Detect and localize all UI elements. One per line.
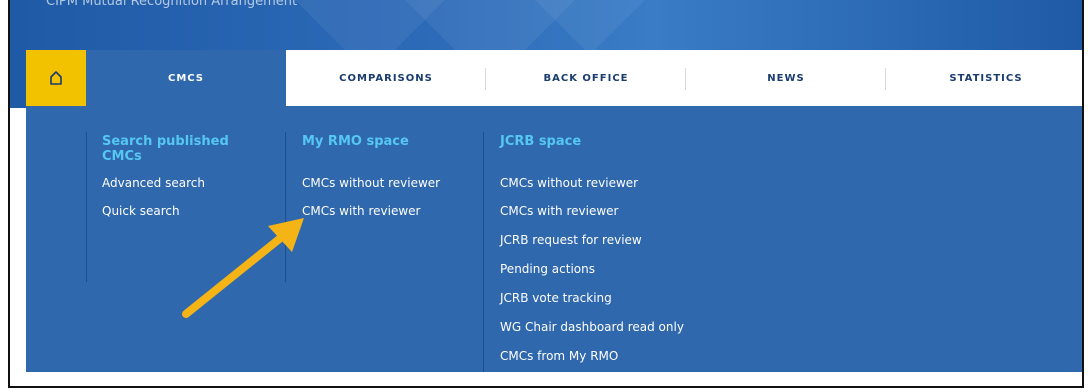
page-content-area bbox=[10, 372, 1082, 386]
nav-tab-label: STATISTICS bbox=[949, 72, 1023, 84]
menu-link-jcrb-vote-tracking[interactable]: JCRB vote tracking bbox=[500, 291, 612, 305]
column-divider bbox=[483, 132, 484, 372]
nav-tab-news[interactable]: NEWS bbox=[686, 50, 886, 106]
menu-link-jcrb-request-for-review[interactable]: JCRB request for review bbox=[500, 233, 642, 247]
menu-link-pending-actions[interactable]: Pending actions bbox=[500, 262, 595, 276]
menu-heading-my-rmo-space[interactable]: My RMO space bbox=[302, 134, 409, 149]
menu-link-wg-chair-dashboard[interactable]: WG Chair dashboard read only bbox=[500, 320, 684, 334]
nav-tab-label: CMCS bbox=[167, 72, 205, 84]
menu-link-cmcs-from-my-rmo[interactable]: CMCs from My RMO bbox=[500, 349, 618, 363]
menu-heading-jcrb-space[interactable]: JCRB space bbox=[500, 134, 581, 149]
menu-link-rmo-cmcs-without-reviewer[interactable]: CMCs without reviewer bbox=[302, 176, 440, 190]
annotation-arrow-icon bbox=[182, 218, 304, 318]
nav-tab-cmcs[interactable]: CMCS bbox=[86, 50, 286, 106]
menu-link-advanced-search[interactable]: Advanced search bbox=[102, 176, 205, 190]
menu-link-quick-search[interactable]: Quick search bbox=[102, 204, 180, 218]
menu-heading-search-cmcs[interactable]: Search published CMCs bbox=[102, 134, 242, 164]
nav-tab-label: COMPARISONS bbox=[339, 72, 433, 84]
nav-tab-statistics[interactable]: STATISTICS bbox=[886, 50, 1082, 106]
nav-tab-label: NEWS bbox=[767, 72, 805, 84]
browser-frame: CIPM Mutual Recognition Arrangement CMCS… bbox=[8, 0, 1084, 388]
nav-tab-back-office[interactable]: BACK OFFICE bbox=[486, 50, 686, 106]
home-icon bbox=[50, 71, 62, 85]
site-title[interactable]: CIPM Mutual Recognition Arrangement bbox=[46, 0, 297, 9]
menu-link-jcrb-cmcs-without-reviewer[interactable]: CMCs without reviewer bbox=[500, 176, 638, 190]
home-button[interactable] bbox=[26, 50, 86, 106]
nav-tab-comparisons[interactable]: COMPARISONS bbox=[286, 50, 486, 106]
nav-tab-label: BACK OFFICE bbox=[543, 72, 629, 84]
main-nav: CMCS COMPARISONS BACK OFFICE NEWS STATIS… bbox=[26, 50, 1082, 106]
column-divider bbox=[86, 132, 87, 282]
menu-link-jcrb-cmcs-with-reviewer[interactable]: CMCs with reviewer bbox=[500, 204, 618, 218]
